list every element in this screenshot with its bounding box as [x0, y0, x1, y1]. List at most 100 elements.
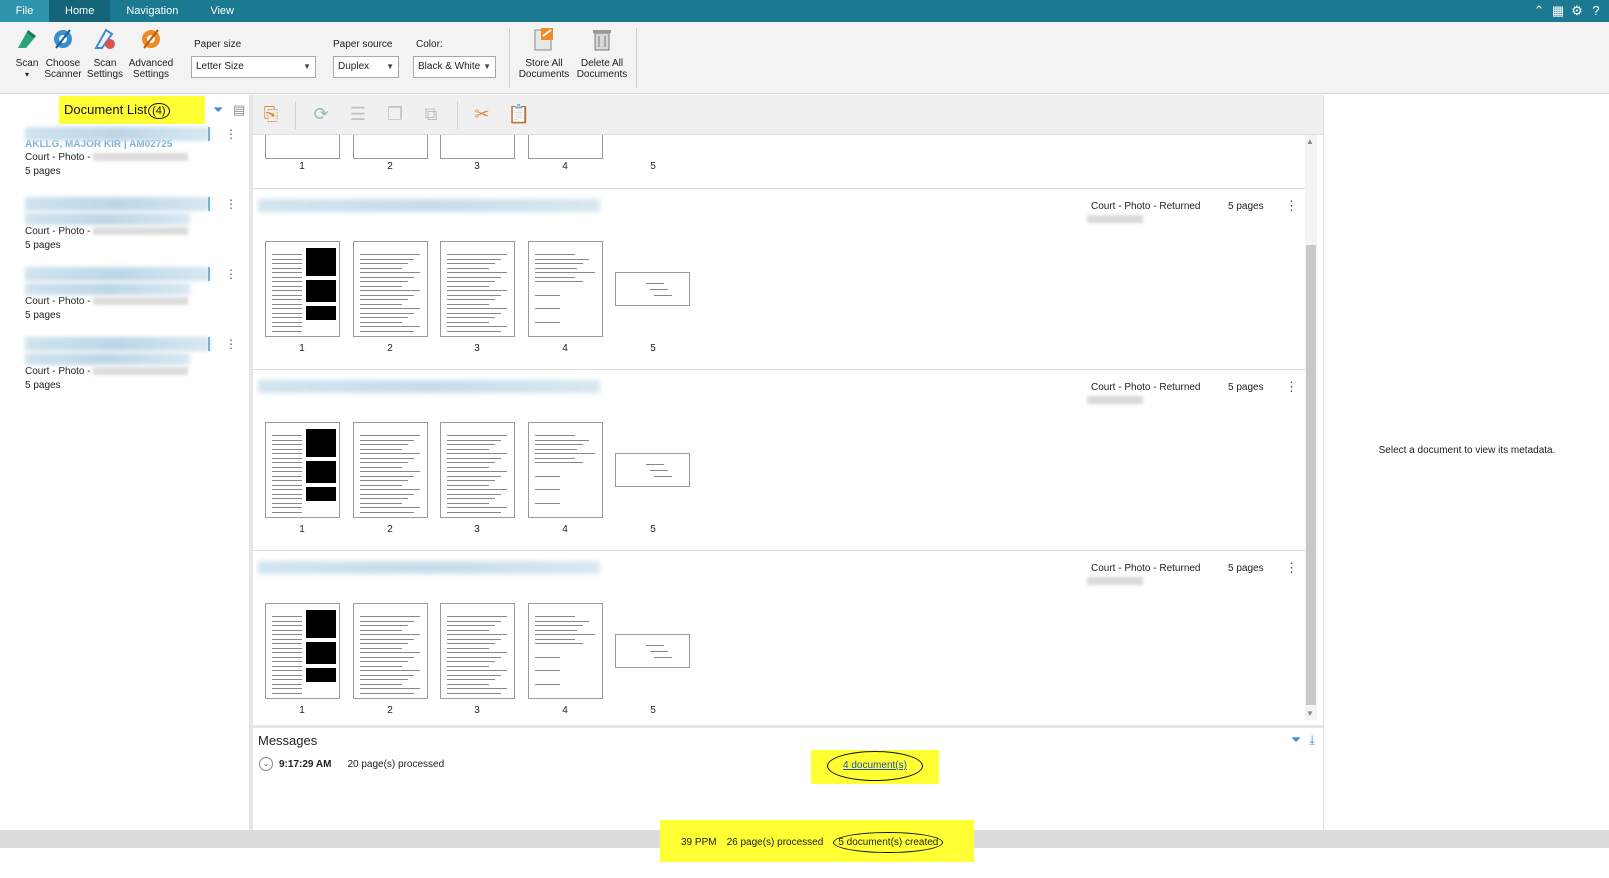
paper-size-select[interactable]: Letter Size ▼ [191, 56, 316, 78]
page-thumbnail[interactable] [353, 135, 428, 159]
color-value: Black & White [418, 61, 481, 72]
page-thumbnail[interactable] [528, 135, 603, 159]
metadata-panel: Select a document to view its metadata. [1323, 95, 1609, 830]
download-icon[interactable]: ⤓ [1309, 732, 1315, 748]
more-options-icon[interactable]: ⋮ [225, 127, 237, 141]
rotate-icon[interactable]: ⟳ [309, 102, 333, 126]
gear-icon[interactable]: ⚙ [1570, 4, 1584, 18]
paste-icon[interactable]: 📋 [507, 102, 531, 126]
page-thumbnail[interactable] [528, 422, 603, 518]
page-thumbnail[interactable] [615, 272, 690, 306]
store-all-label-1: Store All [525, 58, 563, 69]
page-number: 4 [562, 524, 568, 535]
layout-icon[interactable]: ▦ [1551, 4, 1565, 18]
scan-button[interactable]: Scan ▾ [14, 26, 40, 80]
advanced-settings-icon [142, 29, 160, 49]
page-thumbnail[interactable] [528, 603, 603, 699]
delete-all-label-1: Delete All [580, 58, 624, 69]
collapse-ribbon-icon[interactable]: ⌃ [1532, 4, 1546, 18]
view-toggle-icon[interactable]: ▤ [233, 102, 245, 118]
store-all-documents-button[interactable]: Store All Documents [518, 26, 570, 80]
cut-icon[interactable]: ✂ [470, 102, 494, 126]
document-type: Court - Photo - Returned [1091, 563, 1201, 574]
page-groups-area: 1 2 3 4 5 Court - Photo - Returned 5 page… [253, 135, 1305, 720]
page-thumbnail[interactable] [440, 241, 515, 337]
list-item[interactable]: AKLLG, MAJOR KIR | AM02725 Court - Photo… [25, 127, 245, 179]
duplicate-icon[interactable]: ⧉ [419, 102, 443, 126]
document-list-header: Document List (4) [59, 96, 205, 124]
color-label: Color: [416, 39, 443, 50]
list-item[interactable]: Court - Photo - 5 pages ⋮ [25, 337, 245, 393]
menu-file[interactable]: File [0, 0, 49, 22]
page-number: 3 [474, 524, 480, 535]
selection-edge [208, 267, 210, 281]
page-thumbnail[interactable] [440, 422, 515, 518]
store-documents-icon [534, 28, 553, 51]
advanced-settings-label-1: Advanced [128, 58, 174, 69]
page-thumbnail[interactable] [353, 241, 428, 337]
document-type: Court - Photo - Returned [1091, 201, 1201, 212]
paper-source-select[interactable]: Duplex ▼ [333, 56, 399, 78]
delete-all-documents-button[interactable]: Delete All Documents [576, 26, 628, 80]
document-type: Court - Photo - [25, 225, 245, 239]
document-group: Court - Photo - Returned 5 pages ⋮ 1 2 3 4 5 [253, 370, 1305, 551]
scroll-down-icon[interactable]: ▼ [1306, 709, 1314, 718]
scan-settings-button[interactable]: Scan Settings [86, 26, 124, 80]
copy-page-icon[interactable]: ❐ [383, 102, 407, 126]
choose-scanner-label-2: Scanner [44, 69, 82, 80]
paper-size-value: Letter Size [196, 61, 244, 72]
list-item[interactable]: Court - Photo - 5 pages ⋮ [25, 267, 245, 323]
page-thumbnail[interactable] [265, 135, 340, 159]
scan-dropdown-icon[interactable]: ▾ [14, 69, 40, 80]
scrollbar-thumb[interactable] [1306, 245, 1316, 705]
scan-label: Scan [15, 58, 39, 69]
filter-icon[interactable]: ⏷ [1291, 732, 1301, 748]
color-select[interactable]: Black & White ▼ [413, 56, 496, 78]
page-thumbnail[interactable] [265, 241, 340, 337]
menu-tab-home[interactable]: Home [49, 0, 111, 22]
blurred-document-title [258, 380, 600, 393]
more-options-icon[interactable]: ⋮ [225, 197, 237, 211]
page-thumbnail[interactable] [353, 422, 428, 518]
selection-edge [208, 127, 210, 141]
insert-page-icon[interactable]: ⎘ [259, 102, 283, 126]
filter-icon[interactable]: ⏷ [213, 102, 223, 118]
page-thumbnail[interactable] [440, 135, 515, 159]
choose-scanner-button[interactable]: Choose Scanner [44, 26, 82, 80]
more-options-icon[interactable]: ⋮ [1285, 379, 1298, 395]
scan-settings-label-2: Settings [86, 69, 124, 80]
message-time: 9:17:29 AM [279, 758, 332, 770]
more-options-icon[interactable]: ⋮ [1285, 560, 1298, 576]
scroll-up-icon[interactable]: ▲ [1306, 137, 1314, 146]
page-thumbnail[interactable] [440, 603, 515, 699]
split-icon[interactable]: ☰ [346, 102, 370, 126]
list-item[interactable]: Court - Photo - 5 pages ⋮ [25, 197, 245, 253]
page-thumbnail[interactable] [265, 603, 340, 699]
choose-scanner-label-1: Choose [45, 58, 81, 69]
advanced-settings-button[interactable]: Advanced Settings [128, 26, 174, 80]
status-text: 39 PPM 26 page(s) processed 5 document(s… [681, 832, 944, 853]
document-count: (4) [148, 103, 170, 119]
document-list-title: Document List [64, 102, 148, 117]
vertical-scrollbar[interactable]: ▲ ▼ [1305, 135, 1317, 720]
paper-size-label: Paper size [194, 39, 242, 50]
menu-tab-view[interactable]: View [194, 0, 250, 22]
document-pages: 5 pages [25, 380, 61, 391]
help-icon[interactable]: ? [1589, 4, 1603, 18]
page-thumbnail[interactable] [265, 422, 340, 518]
documents-link[interactable]: 4 document(s) [827, 751, 923, 781]
more-options-icon[interactable]: ⋮ [1285, 198, 1298, 214]
status-ppm: 39 PPM [681, 837, 717, 848]
expand-chevron-icon[interactable]: ⌄ [259, 757, 273, 771]
page-thumbnail[interactable] [528, 241, 603, 337]
page-thumbnail[interactable] [615, 634, 690, 668]
menu-tab-navigation[interactable]: Navigation [110, 0, 194, 22]
page-number: 2 [387, 524, 393, 535]
more-options-icon[interactable]: ⋮ [225, 337, 237, 351]
paper-source-value: Duplex [338, 61, 370, 72]
more-options-icon[interactable]: ⋮ [225, 267, 237, 281]
page-thumbnail[interactable] [615, 453, 690, 487]
page-thumbnail[interactable] [353, 603, 428, 699]
blurred-title [25, 337, 210, 351]
page-number: 1 [299, 524, 305, 535]
